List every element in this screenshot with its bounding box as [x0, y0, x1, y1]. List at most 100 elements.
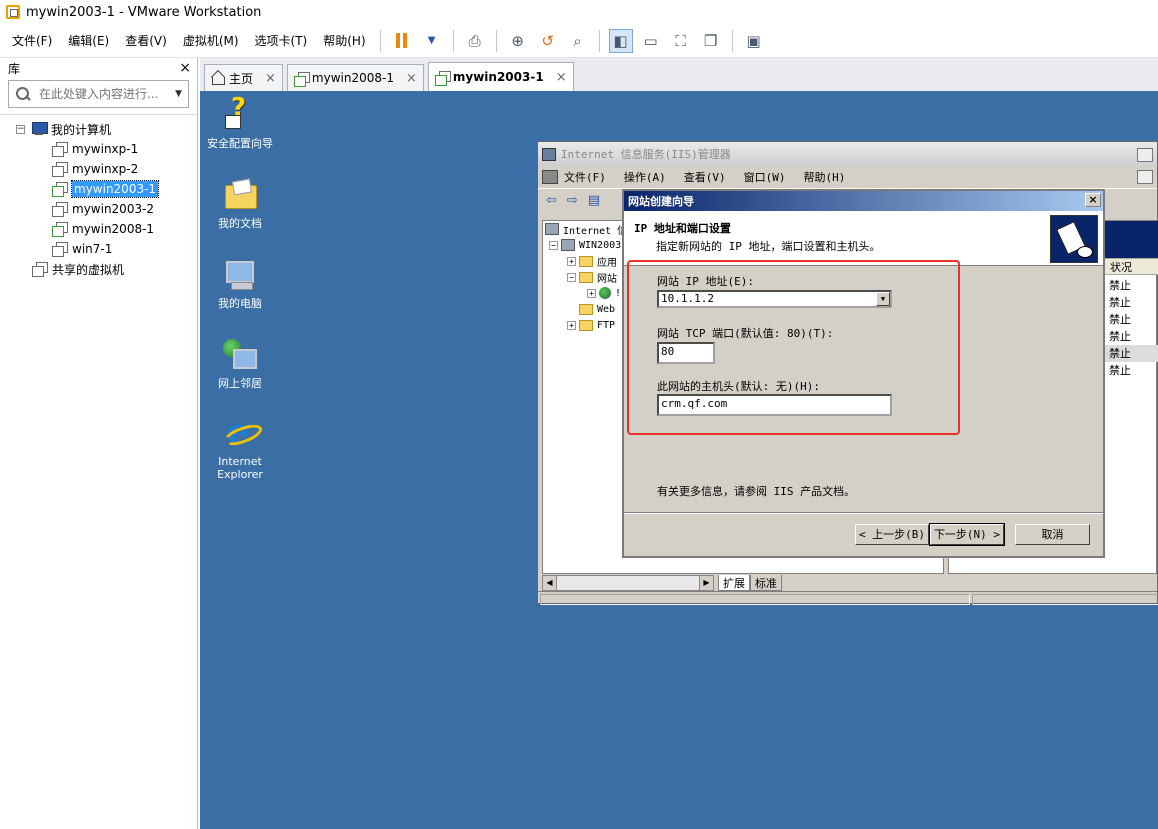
desktop-icon-internet-explorer[interactable]: Internet Explorer: [200, 411, 280, 481]
status-cell: 禁止: [1103, 345, 1158, 362]
website-creation-wizard: 网站创建向导 × IP 地址和端口设置 指定新网站的 IP 地址，端口设置和主机…: [622, 189, 1105, 558]
iis-mdi-minimize-button[interactable]: [1137, 170, 1153, 184]
tree-item-vm[interactable]: mywinxp-1: [0, 139, 197, 159]
tcp-port-input[interactable]: 80: [657, 342, 715, 364]
iis-statusbar: [538, 591, 1158, 605]
pause-icon: [396, 33, 408, 48]
chevron-down-icon[interactable]: ▼: [876, 292, 890, 306]
status-cell: 禁止: [1109, 279, 1131, 292]
tab-mywin2003-1[interactable]: mywin2003-1 ×: [427, 62, 574, 91]
desktop-icon-security-wizard[interactable]: 安全配置向导: [200, 93, 280, 151]
console-view-button[interactable]: ▣: [742, 29, 766, 53]
menu-view[interactable]: 查看(V): [117, 32, 175, 49]
desktop-icon-label: 网上邻居: [218, 377, 262, 390]
ip-address-select[interactable]: 10.1.1.2 ▼: [657, 290, 892, 308]
menu-file[interactable]: 文件(F): [4, 32, 60, 49]
tab-extended[interactable]: 扩展: [718, 575, 750, 591]
desktop-icon-my-computer[interactable]: 我的电脑: [200, 257, 280, 311]
vm-icon: [293, 71, 310, 87]
host-header-label: 此网站的主机头(默认: 无)(H):: [657, 380, 820, 393]
menu-tabs[interactable]: 选项卡(T): [247, 32, 316, 49]
menu-help[interactable]: 帮助(H): [315, 32, 373, 49]
fullscreen-button[interactable]: ⛶: [669, 29, 693, 53]
send-ctrl-alt-del-button[interactable]: ⎙: [463, 29, 487, 53]
iis-menu-file[interactable]: 文件(F): [564, 169, 606, 185]
library-search[interactable]: ▼: [8, 80, 189, 108]
snapshot-revert-button[interactable]: ↺: [536, 29, 560, 53]
show-tree-icon[interactable]: ▤: [588, 193, 600, 208]
iis-menubar: 文件(F) 操作(A) 查看(V) 窗口(W) 帮助(H): [538, 166, 1157, 188]
pause-button[interactable]: [390, 29, 414, 53]
back-button[interactable]: < 上一步(B): [855, 524, 929, 545]
tree-item-shared-vms[interactable]: 共享的虚拟机: [0, 259, 197, 279]
tree-item-vm[interactable]: mywinxp-2: [0, 159, 197, 179]
snapshot-manager-button[interactable]: ⌕: [566, 29, 590, 53]
wizard-divider: [624, 512, 1103, 514]
wizard-titlebar[interactable]: 网站创建向导: [624, 191, 1103, 211]
iis-menu-action[interactable]: 操作(A): [624, 169, 666, 185]
tab-close-icon[interactable]: ×: [406, 71, 417, 86]
power-dropdown-button[interactable]: ▼: [420, 29, 444, 53]
library-search-input[interactable]: [39, 87, 176, 101]
iis-menu-view[interactable]: 查看(V): [684, 169, 726, 185]
forward-arrow-icon[interactable]: ⇨: [567, 193, 578, 208]
desktop-icon-label: Internet Explorer: [217, 455, 263, 481]
wizard-header: IP 地址和端口设置 指定新网站的 IP 地址，端口设置和主机头。: [624, 211, 1103, 266]
iis-menu-help[interactable]: 帮助(H): [804, 169, 846, 185]
tab-standard[interactable]: 标准: [750, 575, 782, 591]
scroll-right-icon[interactable]: ▶: [699, 576, 713, 590]
iis-root-icon: [545, 223, 559, 235]
iis-tree-label: Internet 信: [563, 225, 628, 237]
desktop-icon-label: 安全配置向导: [207, 137, 273, 150]
column-header-status[interactable]: 状况: [1103, 258, 1158, 275]
tab-home[interactable]: 主页 ×: [204, 64, 283, 91]
tree-item-vm-selected[interactable]: mywin2003-1: [0, 179, 197, 199]
collapse-icon[interactable]: −: [567, 272, 576, 282]
vm-icon: [52, 142, 68, 157]
tree-item-vm[interactable]: mywin2003-2: [0, 199, 197, 219]
menu-vm[interactable]: 虚拟机(M): [175, 32, 247, 49]
desktop-icon-label: 我的文档: [218, 217, 262, 230]
desktop-icon-network-places[interactable]: 网上邻居: [200, 337, 280, 391]
wizard-close-button[interactable]: ×: [1085, 193, 1101, 207]
vm-tab-strip: 主页 × mywin2008-1 × mywin2003-1 ×: [200, 58, 1158, 91]
iis-horizontal-scrollbar[interactable]: ◀ ▶: [542, 575, 714, 591]
unity-button[interactable]: ❐: [699, 29, 723, 53]
iis-menu-window[interactable]: 窗口(W): [744, 169, 786, 185]
tree-item-my-computer[interactable]: − 我的计算机: [0, 119, 197, 139]
host-header-input[interactable]: crm.qf.com: [657, 394, 892, 416]
tree-label: mywinxp-2: [72, 162, 139, 176]
detail-header-band: [1103, 221, 1158, 259]
unity-icon: ❐: [703, 31, 718, 50]
library-close-button[interactable]: ×: [179, 60, 191, 76]
cancel-button[interactable]: 取消: [1015, 524, 1090, 545]
tab-mywin2008-1[interactable]: mywin2008-1 ×: [286, 64, 424, 91]
iis-titlebar[interactable]: Internet 信息服务(IIS)管理器: [538, 142, 1157, 166]
menu-edit[interactable]: 编辑(E): [60, 32, 117, 49]
expand-icon[interactable]: +: [567, 256, 576, 266]
toolbar-separator: [731, 29, 733, 52]
expand-icon[interactable]: +: [567, 320, 576, 330]
iis-tree-label: 应用: [597, 257, 617, 269]
tree-label: mywin2003-1: [70, 180, 160, 198]
show-library-button[interactable]: ◧: [608, 28, 633, 53]
tab-close-icon[interactable]: ×: [556, 70, 567, 85]
collapse-icon[interactable]: −: [16, 124, 25, 134]
iis-minimize-button[interactable]: [1137, 148, 1153, 162]
collapse-icon[interactable]: −: [549, 240, 558, 250]
expand-icon[interactable]: +: [587, 288, 596, 298]
chevron-down-icon[interactable]: ▼: [175, 89, 182, 99]
window-title: mywin2003-1 - VMware Workstation: [26, 4, 262, 20]
tree-item-vm[interactable]: mywin2008-1: [0, 219, 197, 239]
iis-title: Internet 信息服务(IIS)管理器: [561, 148, 731, 161]
guest-desktop[interactable]: 安全配置向导 我的文档 我的电脑 网上邻居 Internet Explorer …: [200, 91, 1158, 829]
tree-item-vm[interactable]: win7-1: [0, 239, 197, 259]
back-arrow-icon[interactable]: ⇦: [546, 193, 557, 208]
app-titlebar: mywin2003-1 - VMware Workstation: [0, 0, 1158, 24]
scroll-left-icon[interactable]: ◀: [543, 576, 557, 590]
desktop-icon-my-documents[interactable]: 我的文档: [200, 177, 280, 231]
next-button[interactable]: 下一步(N) >: [929, 523, 1005, 546]
tab-close-icon[interactable]: ×: [265, 71, 276, 86]
thumbnail-bar-button[interactable]: ▭: [639, 29, 663, 53]
snapshot-take-button[interactable]: ⊕: [506, 29, 530, 53]
